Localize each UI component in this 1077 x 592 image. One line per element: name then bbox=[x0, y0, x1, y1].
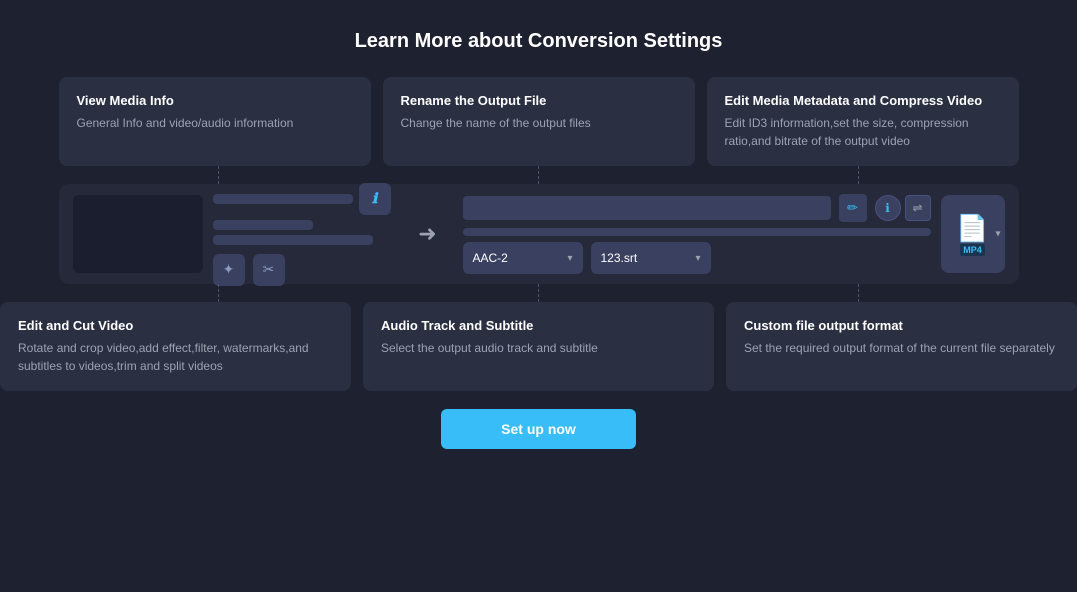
card-rename-output-title: Rename the Output File bbox=[401, 93, 677, 108]
bottom-cards: Edit and Cut Video Rotate and crop video… bbox=[0, 302, 1077, 391]
output-section: ✏ ℹ ⇌ AAC-2 ▾ 123.srt bbox=[463, 194, 931, 274]
file-bar-1 bbox=[213, 220, 313, 230]
card-view-media-info-desc: General Info and video/audio information bbox=[77, 114, 353, 132]
card-edit-cut-title: Edit and Cut Video bbox=[18, 318, 333, 333]
sliders-btn[interactable]: ⇌ bbox=[905, 195, 931, 221]
star-icon-btn[interactable]: ✦ bbox=[213, 254, 245, 286]
top-connectors bbox=[59, 166, 1019, 184]
file-bar-2 bbox=[213, 235, 373, 245]
card-rename-output-desc: Change the name of the output files bbox=[401, 114, 677, 132]
subtitle-dropdown-caret: ▾ bbox=[695, 253, 700, 264]
output-bar bbox=[463, 228, 931, 236]
connector-line-6 bbox=[858, 284, 859, 302]
star-icon: ✦ bbox=[223, 261, 235, 278]
convert-arrow: ➜ bbox=[418, 221, 436, 247]
subtitle-value: 123.srt bbox=[601, 251, 638, 265]
output-top-row: ✏ ℹ ⇌ bbox=[463, 194, 931, 222]
card-edit-metadata: Edit Media Metadata and Compress Video E… bbox=[707, 77, 1019, 166]
card-edit-cut-video: Edit and Cut Video Rotate and crop video… bbox=[0, 302, 351, 391]
video-thumbnail bbox=[73, 195, 203, 273]
filename-bar bbox=[213, 194, 353, 204]
card-view-media-info-title: View Media Info bbox=[77, 93, 353, 108]
connector-line-5 bbox=[538, 284, 539, 302]
card-custom-format-title: Custom file output format bbox=[744, 318, 1059, 333]
top-cards: View Media Info General Info and video/a… bbox=[59, 77, 1019, 166]
arrow-section: ➜ bbox=[403, 221, 453, 247]
connector-line-2 bbox=[538, 166, 539, 184]
card-custom-format: Custom file output format Set the requir… bbox=[726, 302, 1077, 391]
output-filename-bar bbox=[463, 196, 831, 220]
sliders-icon: ⇌ bbox=[912, 201, 922, 215]
card-edit-cut-desc: Rotate and crop video,add effect,filter,… bbox=[18, 339, 333, 375]
rename-icon: ✏ bbox=[847, 200, 858, 216]
bottom-connectors bbox=[59, 284, 1019, 302]
card-rename-output: Rename the Output File Change the name o… bbox=[383, 77, 695, 166]
scissors-icon: ✂ bbox=[263, 261, 275, 278]
format-file-icon: 📄 bbox=[956, 213, 988, 244]
setup-now-button[interactable]: Set up now bbox=[441, 409, 636, 449]
audio-track-value: AAC-2 bbox=[473, 251, 508, 265]
card-view-media-info: View Media Info General Info and video/a… bbox=[59, 77, 371, 166]
page-title: Learn More about Conversion Settings bbox=[355, 30, 723, 53]
main-layout: Learn More about Conversion Settings Vie… bbox=[0, 0, 1077, 449]
card-audio-track-desc: Select the output audio track and subtit… bbox=[381, 339, 696, 357]
edit-icons-row: ✦ ✂ bbox=[213, 254, 393, 286]
rename-icon-btn[interactable]: ✏ bbox=[839, 194, 867, 222]
circle-info-icon: ℹ bbox=[885, 201, 890, 215]
circle-info-btn[interactable]: ℹ bbox=[875, 195, 901, 221]
scissors-icon-btn[interactable]: ✂ bbox=[253, 254, 285, 286]
output-dropdowns: AAC-2 ▾ 123.srt ▾ bbox=[463, 242, 931, 274]
audio-dropdown-caret: ▾ bbox=[567, 253, 572, 264]
card-audio-track: Audio Track and Subtitle Select the outp… bbox=[363, 302, 714, 391]
connector-line-3 bbox=[858, 166, 859, 184]
card-audio-track-title: Audio Track and Subtitle bbox=[381, 318, 696, 333]
ui-strip: ℹ ✦ ✂ ➜ ✏ bbox=[59, 184, 1019, 284]
audio-track-dropdown[interactable]: AAC-2 ▾ bbox=[463, 242, 583, 274]
connector-line-1 bbox=[218, 166, 219, 184]
format-label: MP4 bbox=[960, 244, 985, 256]
card-edit-metadata-title: Edit Media Metadata and Compress Video bbox=[725, 93, 1001, 108]
format-chevron-icon: ▾ bbox=[995, 229, 1000, 240]
card-edit-metadata-desc: Edit ID3 information,set the size, compr… bbox=[725, 114, 1001, 150]
info-icon: ℹ bbox=[372, 190, 377, 207]
card-custom-format-desc: Set the required output format of the cu… bbox=[744, 339, 1059, 357]
format-button[interactable]: 📄 MP4 ▾ bbox=[941, 195, 1005, 273]
info-icon-btn[interactable]: ℹ bbox=[359, 183, 391, 215]
subtitle-dropdown[interactable]: 123.srt ▾ bbox=[591, 242, 711, 274]
file-info-section: ℹ ✦ ✂ bbox=[213, 183, 393, 286]
connector-line-4 bbox=[218, 284, 219, 302]
